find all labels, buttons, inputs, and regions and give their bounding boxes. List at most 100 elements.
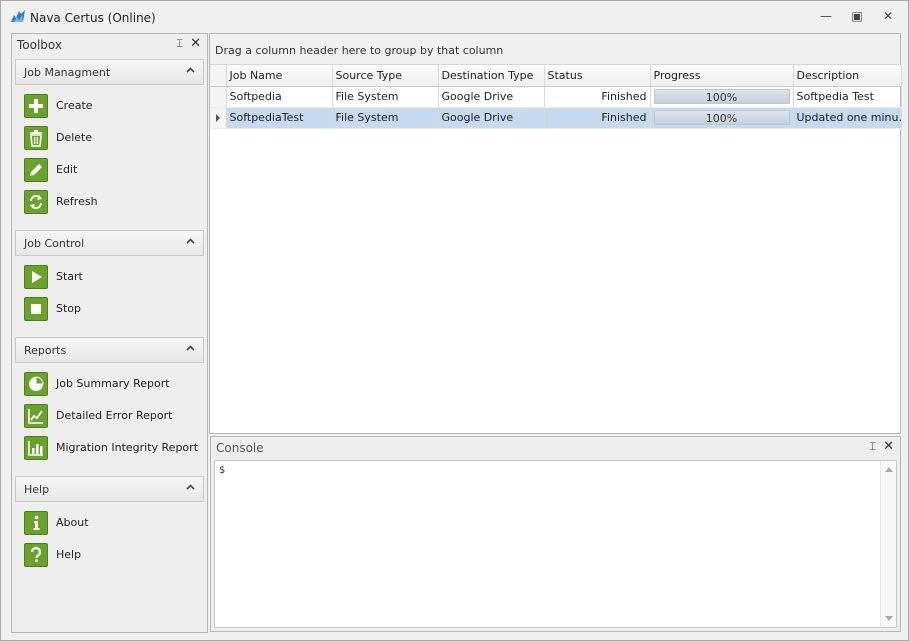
refresh-button[interactable]: Refresh: [24, 189, 199, 215]
jobs-table: Job Name Source Type Destination Type St…: [210, 65, 902, 129]
window-title: Nava Certus (Online): [30, 11, 156, 25]
group-header-job-control[interactable]: Job Control: [15, 230, 204, 256]
title-bar[interactable]: Nava Certus (Online) — ▣ ✕: [1, 1, 908, 31]
group-label: Job Control: [24, 237, 85, 250]
help-button[interactable]: Help: [24, 542, 199, 568]
about-button[interactable]: About: [24, 510, 199, 536]
edit-button[interactable]: Edit: [24, 157, 199, 183]
job-summary-report-button[interactable]: Job Summary Report: [24, 371, 199, 397]
start-button[interactable]: Start: [24, 264, 199, 290]
row-indicator: [210, 86, 227, 108]
app-logo-icon: [11, 10, 25, 22]
migration-integrity-report-button[interactable]: Migration Integrity Report: [24, 435, 199, 461]
column-header-description[interactable]: Description: [793, 65, 902, 87]
delete-button[interactable]: Delete: [24, 125, 199, 151]
console-pin-icon[interactable]: ⌶: [869, 440, 876, 454]
main-window: Nava Certus (Online) — ▣ ✕ Toolbox ⌶ ✕ J…: [0, 0, 909, 641]
cell-source-type: File System: [332, 107, 439, 129]
column-header-job-name[interactable]: Job Name: [226, 65, 333, 87]
job-summary-report-label: Job Summary Report: [56, 377, 170, 390]
chevron-up-icon: [186, 345, 195, 351]
cell-source-type: File System: [332, 86, 439, 108]
edit-label: Edit: [56, 163, 78, 176]
migration-integrity-report-label: Migration Integrity Report: [56, 441, 199, 454]
close-window-button[interactable]: ✕: [878, 8, 898, 24]
scroll-up-icon[interactable]: [885, 467, 893, 472]
detailed-error-report-button[interactable]: Detailed Error Report: [24, 403, 199, 429]
toolbox-title: Toolbox: [17, 38, 62, 52]
column-header-status[interactable]: Status: [544, 65, 651, 87]
refresh-icon: [24, 190, 48, 214]
cell-job-name: Softpedia: [226, 86, 333, 108]
cell-progress: 100%: [650, 86, 794, 108]
refresh-label: Refresh: [56, 195, 98, 208]
chevron-up-icon: [186, 484, 195, 490]
stop-button[interactable]: Stop: [24, 296, 199, 322]
console-output[interactable]: $: [214, 460, 897, 628]
table-row[interactable]: Softpedia File System Google Drive Finis…: [210, 86, 902, 108]
minimize-button[interactable]: —: [816, 8, 836, 24]
console-close-icon[interactable]: ✕: [883, 439, 894, 454]
column-header-source-type[interactable]: Source Type: [332, 65, 439, 87]
help-label: Help: [56, 548, 82, 561]
group-label: Job Managment: [24, 66, 111, 79]
plus-icon: [24, 94, 48, 118]
table-row-selected[interactable]: SoftpediaTest File System Google Drive F…: [210, 107, 902, 129]
detailed-error-report-label: Detailed Error Report: [56, 409, 173, 422]
line-chart-icon: [24, 404, 48, 428]
scroll-down-icon[interactable]: [885, 616, 893, 621]
group-header-reports[interactable]: Reports: [15, 337, 204, 363]
group-by-area[interactable]: Drag a column header here to group by th…: [210, 34, 900, 65]
group-hint-text: Drag a column header here to group by th…: [215, 44, 504, 57]
cell-description: Softpedia Test: [793, 86, 902, 108]
group-header-help[interactable]: Help: [15, 476, 204, 502]
cell-progress: 100%: [650, 107, 794, 129]
toolbox-panel: Toolbox ⌶ ✕ Job Managment Create Delete …: [11, 33, 208, 633]
maximize-button[interactable]: ▣: [847, 8, 867, 24]
console-header: Console ⌶ ✕: [211, 437, 900, 459]
play-icon: [24, 265, 48, 289]
progress-text: 100%: [705, 112, 738, 125]
info-icon: [24, 511, 48, 535]
progress-bar: 100%: [653, 89, 790, 104]
cell-destination-type: Google Drive: [438, 86, 545, 108]
about-label: About: [56, 516, 89, 529]
progress-bar: 100%: [653, 110, 790, 125]
bar-chart-icon: [24, 436, 48, 460]
console-panel: Console ⌶ ✕ $: [210, 436, 901, 632]
cell-status: Finished: [544, 86, 651, 108]
toolbox-header: Toolbox ⌶ ✕: [12, 34, 207, 56]
console-prompt: $: [219, 465, 226, 476]
trash-icon: [24, 126, 48, 150]
cell-destination-type: Google Drive: [438, 107, 545, 129]
create-label: Create: [56, 99, 93, 112]
console-scrollbar[interactable]: [880, 461, 896, 627]
toolbox-pin-icon[interactable]: ⌶: [176, 37, 183, 51]
question-icon: [24, 543, 48, 567]
cell-status: Finished: [544, 107, 651, 129]
start-label: Start: [56, 270, 83, 283]
pie-chart-icon: [24, 372, 48, 396]
row-indicator: [210, 107, 227, 129]
chevron-up-icon: [186, 67, 195, 73]
row-indicator-header: [210, 65, 227, 87]
progress-text: 100%: [705, 91, 738, 104]
cell-job-name: SoftpediaTest: [226, 107, 333, 129]
create-button[interactable]: Create: [24, 93, 199, 119]
column-header-destination-type[interactable]: Destination Type: [438, 65, 545, 87]
pencil-icon: [24, 158, 48, 182]
group-label: Reports: [24, 344, 67, 357]
column-header-progress[interactable]: Progress: [650, 65, 794, 87]
group-label: Help: [24, 483, 50, 496]
group-header-job-management[interactable]: Job Managment: [15, 59, 204, 85]
stop-icon: [24, 297, 48, 321]
current-row-arrow-icon: [216, 113, 220, 122]
chevron-up-icon: [186, 238, 195, 244]
jobs-grid-panel: Drag a column header here to group by th…: [209, 33, 902, 434]
toolbox-close-icon[interactable]: ✕: [190, 36, 201, 51]
delete-label: Delete: [56, 131, 93, 144]
stop-label: Stop: [56, 302, 82, 315]
console-title: Console: [216, 441, 264, 455]
table-header-row: Job Name Source Type Destination Type St…: [210, 65, 902, 87]
cell-description: Updated one minu...: [793, 107, 902, 129]
